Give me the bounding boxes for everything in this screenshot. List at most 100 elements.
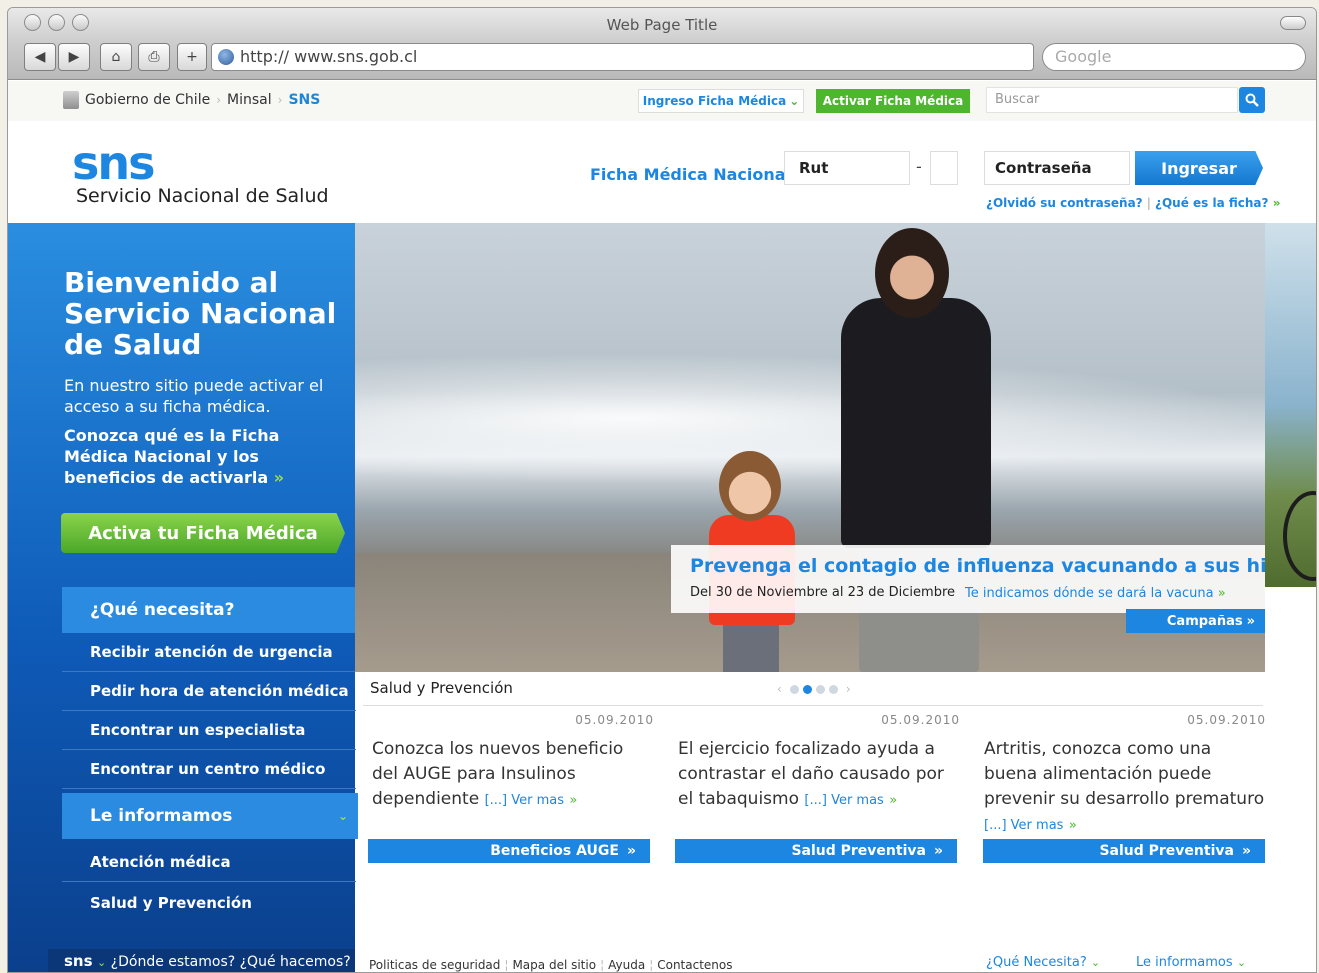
rut-verifier-input[interactable] (930, 151, 958, 185)
hero-vaccine-link-text: Te indicamos dónde se dará la vacuna (965, 586, 1214, 601)
footer-link-contacto[interactable]: Contactenos (657, 958, 732, 972)
menu-item-urgencia[interactable]: Recibir atención de urgencia (62, 633, 356, 672)
hero-child-legs (723, 621, 779, 672)
web-page: Gobierno de Chile › Minsal › SNS Ingreso… (8, 81, 1316, 972)
double-arrow-icon: » (1272, 196, 1281, 210)
menu-le-informamos-header[interactable]: Le informamos ⌄ (62, 793, 358, 839)
toolbar-toggle-button[interactable] (1280, 16, 1306, 30)
hero-banner[interactable]: Prevenga el contagio de influenza vacuna… (355, 223, 1265, 672)
bottom-sns-bar[interactable]: sns ⌄ ¿Dónde estamos? ¿Qué hacemos? (48, 949, 355, 972)
footer-link-ayuda[interactable]: Ayuda (608, 958, 645, 972)
welcome-link[interactable]: Conozca qué es la Ficha Médica Nacional … (64, 425, 346, 488)
read-more-link[interactable]: [...] Ver mas (984, 818, 1063, 833)
next-slide-preview[interactable] (1265, 223, 1316, 587)
login-links: ¿Olvidó su contraseña? | ¿Qué es la ficha?… (986, 196, 1280, 210)
news-text: El ejercicio focalizado ayuda a contrast… (678, 737, 960, 813)
rut-input[interactable]: Rut (784, 151, 910, 185)
address-bar[interactable]: http:// www.sns.gob.cl (211, 43, 1034, 71)
news-item: 05.09.2010 Artritis, conozca como una bu… (984, 713, 1266, 838)
hero-wave (355, 353, 1265, 483)
campaigns-button[interactable]: Campañas » (1126, 609, 1265, 633)
bicycle-wheel-shape (1283, 491, 1316, 581)
footer-separator: ¦ (600, 958, 605, 972)
beneficios-auge-button[interactable]: Beneficios AUGE » (368, 839, 650, 863)
footer-le-informamos-dropdown[interactable]: Le informamos ⌄ (1136, 955, 1246, 970)
carousel-dot-active[interactable] (802, 684, 812, 694)
menu-item-pedir-hora[interactable]: Pedir hora de atención médica (62, 672, 356, 711)
footer-separator: ¦ (649, 958, 654, 972)
footer-links: Politicas de seguridad ¦ Mapa del sitio ¦ Ay… (369, 958, 733, 972)
menu-item-especialista[interactable]: Encontrar un especialista (62, 711, 356, 750)
news-headline[interactable]: Artritis, conozca como una buena aliment… (984, 739, 1264, 809)
forward-button[interactable]: ▶ (58, 43, 90, 71)
home-button[interactable]: ⌂ (100, 43, 132, 71)
chevron-left-icon[interactable]: ‹ (777, 682, 782, 696)
news-date: 05.09.2010 (575, 713, 654, 727)
login-button[interactable]: Ingresar (1135, 151, 1263, 185)
crumb-sns[interactable]: SNS (288, 92, 320, 108)
news-text: Artritis, conozca como una buena aliment… (984, 737, 1266, 838)
footer-link-mapa[interactable]: Mapa del sitio (512, 958, 596, 972)
menu-item-atencion-medica[interactable]: Atención médica (62, 843, 356, 882)
browser-toolbar: ◀ ▶ ⌂ ⎙ + http:// www.sns.gob.cl Google (8, 40, 1316, 80)
menu-item-centro-medico[interactable]: Encontrar un centro médico (62, 750, 356, 789)
left-panel: Bienvenido al Servicio Nacional de Salud… (8, 223, 358, 972)
globe-icon (218, 49, 234, 65)
menu-le-informamos-label: Le informamos (90, 806, 233, 826)
hero-date: Del 30 de Noviembre al 23 de Diciembre (690, 585, 956, 600)
salud-preventiva-button[interactable]: Salud Preventiva » (983, 839, 1265, 863)
hero-caption: Prevenga el contagio de influenza vacuna… (671, 545, 1265, 613)
search-icon (1245, 93, 1259, 107)
links-separator: | (1146, 196, 1152, 210)
site-search-button[interactable] (1239, 87, 1265, 113)
footer-link-seguridad[interactable]: Politicas de seguridad (369, 958, 500, 972)
welcome-text: En nuestro sitio puede activar el acceso… (64, 376, 324, 416)
read-more-link[interactable]: [...] Ver mas (485, 793, 564, 808)
carousel-dot[interactable] (828, 684, 838, 694)
window-title: Web Page Title (606, 16, 718, 34)
site-search-input[interactable]: Buscar (986, 87, 1238, 113)
chevron-right-icon[interactable]: › (846, 682, 851, 696)
news-section-title: Salud y Prevención (370, 679, 513, 697)
add-bookmark-button[interactable]: + (177, 43, 207, 71)
bottom-sns-text: ¿Dónde estamos? ¿Qué hacemos? (110, 954, 351, 970)
crumb-separator: › (216, 93, 222, 107)
ingreso-ficha-dropdown[interactable]: Ingreso Ficha Médica ⌄ (638, 89, 804, 113)
carousel-dot[interactable] (789, 684, 799, 694)
salud-preventiva-button[interactable]: Salud Preventiva » (675, 839, 957, 863)
crumb-separator: › (277, 93, 283, 107)
browser-window: Web Page Title ◀ ▶ ⌂ ⎙ + http:// www.sns… (7, 7, 1317, 973)
back-arrow-icon: ◀ (34, 49, 46, 65)
footer-que-necesita-label: ¿Qué Necesita? (986, 955, 1087, 970)
hero-title[interactable]: Prevenga el contagio de influenza vacuna… (690, 555, 1265, 577)
news-item: 05.09.2010 El ejercicio focalizado ayuda… (678, 713, 960, 813)
hero-vaccine-link[interactable]: Te indicamos dónde se dará la vacuna » (965, 586, 1226, 601)
crumb-gobierno[interactable]: Gobierno de Chile (85, 92, 210, 108)
carousel-dot[interactable] (815, 684, 825, 694)
print-button[interactable]: ⎙ (138, 43, 170, 71)
news-button-label: Salud Preventiva (791, 843, 926, 859)
carousel-pager: ‹ › (773, 682, 855, 696)
campaigns-label: Campañas (1166, 613, 1243, 629)
activar-ficha-button[interactable]: Activar Ficha Médica (816, 89, 970, 113)
crumb-minsal[interactable]: Minsal (227, 92, 272, 108)
sns-logo[interactable]: sns (72, 140, 156, 186)
back-button[interactable]: ◀ (24, 43, 56, 71)
forgot-password-link[interactable]: ¿Olvidó su contraseña? (986, 196, 1143, 210)
hero-woman-head (875, 228, 949, 318)
chevron-down-icon: ⌄ (97, 956, 107, 969)
browser-search-field[interactable]: Google (1042, 43, 1306, 71)
double-arrow-icon: » (626, 843, 636, 859)
activate-ficha-button[interactable]: Activa tu Ficha Médica (61, 513, 345, 553)
ficha-medica-label: Ficha Médica Nacional (590, 165, 792, 184)
menu-item-salud-prevencion[interactable]: Salud y Prevención (62, 884, 356, 923)
what-is-ficha-link[interactable]: ¿Qué es la ficha? (1155, 196, 1268, 210)
bottom-sns-logo: sns (64, 952, 93, 970)
footer-separator: ¦ (504, 958, 509, 972)
read-more-link[interactable]: [...] Ver mas (804, 793, 883, 808)
password-input[interactable]: Contraseña (984, 151, 1130, 185)
footer-que-necesita-dropdown[interactable]: ¿Qué Necesita? ⌄ (986, 955, 1100, 970)
double-arrow-icon: » (1241, 843, 1251, 859)
plus-icon: + (186, 49, 198, 65)
menu-que-necesita-header[interactable]: ¿Qué necesita? (62, 587, 358, 633)
